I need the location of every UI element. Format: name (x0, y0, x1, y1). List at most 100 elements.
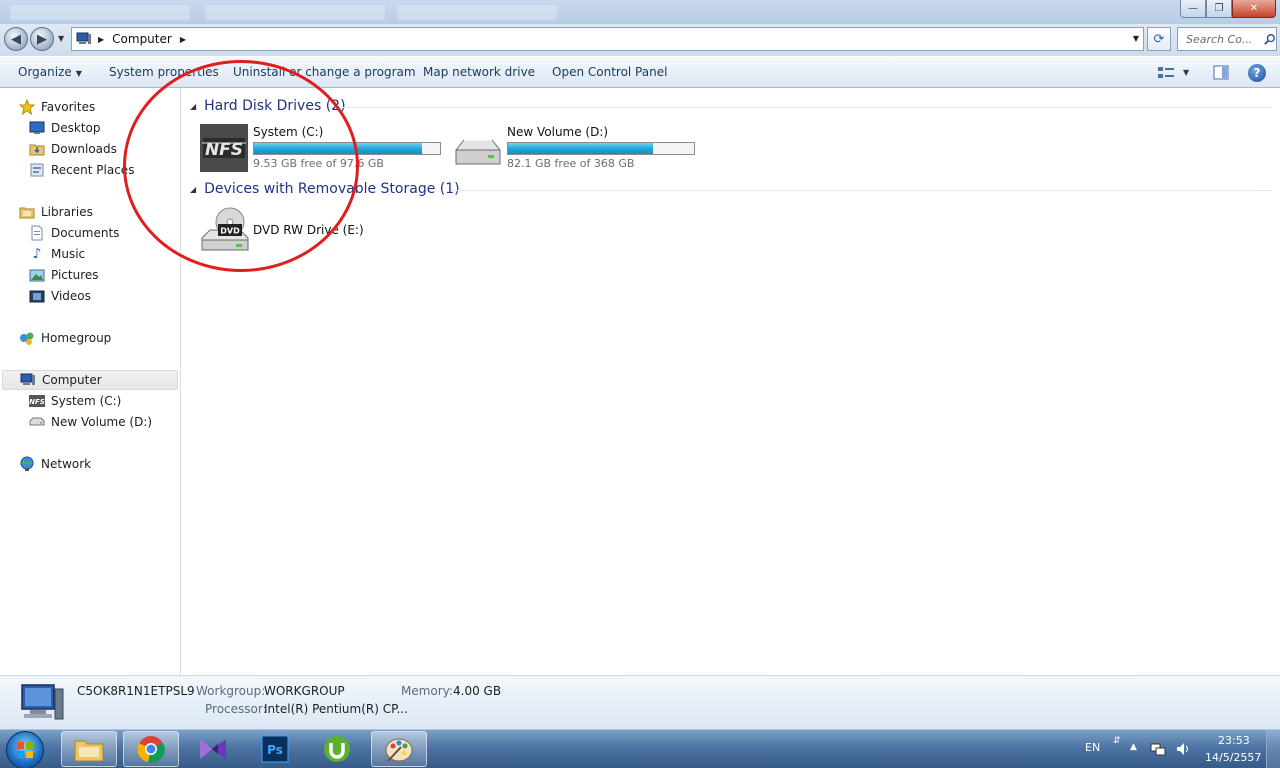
drive-usage-fill (254, 143, 422, 154)
background-tab (205, 5, 385, 20)
computer-name: C5OK8R1N1ETPSL9 (77, 684, 195, 698)
details-pane: C5OK8R1N1ETPSL9 Workgroup: WORKGROUP Mem… (0, 675, 1280, 729)
language-switch-icon[interactable]: ⇵ (1113, 736, 1121, 746)
dvd-drive-icon: DVD (201, 207, 249, 251)
window-controls: — ❐ ✕ (1180, 0, 1276, 18)
taskbar-chrome[interactable] (123, 731, 179, 767)
clock-time[interactable]: 23:53 (1218, 734, 1250, 747)
computer-icon (21, 684, 64, 720)
downloads-folder-icon (29, 141, 45, 157)
title-bar: — ❐ ✕ (0, 0, 1280, 24)
maximize-button[interactable]: ❐ (1206, 0, 1232, 18)
group-divider (452, 190, 1272, 191)
nav-label: Downloads (51, 142, 117, 156)
nav-computer[interactable]: Computer (2, 370, 178, 390)
nav-recent-places[interactable]: Recent Places (29, 160, 134, 180)
drive-item-system-c[interactable]: NFS System (C:) 9.53 GB free of 97.6 GB (200, 124, 450, 172)
background-tab (397, 5, 557, 20)
map-network-drive-button[interactable]: Map network drive (423, 65, 535, 79)
nav-label: Videos (51, 289, 91, 303)
chevron-down-icon: ▼ (75, 69, 82, 78)
address-field[interactable]: ▶ Computer ▶ ▼ (71, 27, 1144, 51)
nav-music[interactable]: ♪ Music (29, 244, 86, 264)
nav-documents[interactable]: Documents (29, 223, 119, 243)
group-header-hard-disk-drives[interactable]: ◢ Hard Disk Drives (2) (190, 98, 346, 114)
help-icon[interactable]: ? (1248, 64, 1266, 82)
breadcrumb-separator[interactable]: ▶ (98, 35, 104, 44)
drive-usage-bar (507, 142, 695, 155)
network-tray-icon[interactable] (1150, 742, 1166, 756)
taskbar-visual-studio[interactable] (185, 731, 241, 767)
hard-drive-icon (455, 139, 501, 165)
nav-videos[interactable]: Videos (29, 286, 91, 306)
svg-text:NFS: NFS (29, 398, 45, 406)
system-properties-button[interactable]: System properties (109, 65, 219, 79)
search-icon[interactable] (1264, 32, 1276, 46)
drive-item-dvd-rw[interactable]: DVD DVD RW Drive (E:) (200, 206, 400, 256)
group-header-removable-storage[interactable]: ◢ Devices with Removable Storage (1) (190, 181, 460, 197)
music-note-icon: ♪ (32, 246, 42, 262)
nfs-drive-icon: NFS (200, 124, 248, 172)
drive-usage-fill (508, 143, 653, 154)
nav-homegroup[interactable]: Homegroup (19, 328, 111, 348)
minimize-button[interactable]: — (1180, 0, 1206, 18)
recent-pages-dropdown[interactable]: ▼ (58, 34, 64, 43)
volume-icon[interactable] (1176, 742, 1192, 756)
nav-downloads[interactable]: Downloads (29, 139, 117, 159)
taskbar-utorrent[interactable] (309, 731, 365, 767)
preview-pane-icon[interactable] (1213, 65, 1229, 80)
close-button[interactable]: ✕ (1232, 0, 1276, 18)
memory-label: Memory: (401, 684, 453, 698)
nav-system-c[interactable]: NFS System (C:) (29, 391, 121, 411)
nav-network[interactable]: Network (19, 454, 91, 474)
group-header-label: Hard Disk Drives (2) (204, 98, 346, 114)
drive-name: New Volume (D:) (507, 125, 609, 139)
search-box[interactable] (1177, 27, 1277, 51)
uninstall-program-button[interactable]: Uninstall or change a program (233, 65, 416, 79)
refresh-button[interactable]: ⟳ (1147, 27, 1171, 51)
back-button[interactable]: ◀ (4, 27, 28, 51)
nav-volume-d[interactable]: New Volume (D:) (29, 412, 152, 432)
utorrent-icon (324, 736, 350, 762)
forward-button[interactable]: ▶ (30, 27, 54, 51)
nav-libraries[interactable]: Libraries (19, 202, 93, 222)
photoshop-icon: Ps (261, 735, 289, 763)
taskbar-paint[interactable] (371, 731, 427, 767)
nav-pictures[interactable]: Pictures (29, 265, 99, 285)
start-button[interactable] (6, 731, 44, 768)
clock-date[interactable]: 14/5/2557 (1205, 751, 1261, 764)
nav-favorites[interactable]: Favorites (19, 97, 95, 117)
language-indicator[interactable]: EN (1085, 741, 1100, 754)
network-icon (19, 456, 35, 472)
drive-item-new-volume-d[interactable]: New Volume (D:) 82.1 GB free of 368 GB (454, 124, 704, 172)
nav-label: Favorites (41, 100, 96, 114)
group-divider (342, 107, 1272, 108)
desktop-icon (29, 120, 45, 136)
show-hidden-icons-button[interactable]: ▲ (1130, 742, 1137, 752)
show-desktop-button[interactable] (1266, 730, 1280, 768)
nav-desktop[interactable]: Desktop (29, 118, 101, 138)
address-dropdown[interactable]: ▼ (1133, 34, 1139, 43)
computer-icon (20, 372, 36, 388)
command-bar: Organize ▼ System properties Uninstall or… (0, 56, 1280, 88)
breadcrumb-computer[interactable]: Computer (112, 32, 172, 46)
drive-usage-bar (253, 142, 441, 155)
background-tab (10, 5, 190, 20)
nfs-drive-icon: NFS (29, 393, 45, 409)
taskbar-explorer[interactable] (61, 731, 117, 767)
processor-label: Processor: (205, 702, 267, 716)
nav-label: New Volume (D:) (51, 415, 153, 429)
breadcrumb-separator[interactable]: ▶ (180, 35, 186, 44)
collapse-triangle-icon: ◢ (190, 101, 197, 111)
homegroup-icon (19, 330, 35, 346)
organize-button[interactable]: Organize ▼ (18, 65, 82, 79)
nav-label: Music (51, 247, 86, 261)
open-control-panel-button[interactable]: Open Control Panel (552, 65, 667, 79)
taskbar-photoshop[interactable]: Ps (247, 731, 303, 767)
search-input[interactable] (1186, 32, 1262, 46)
workgroup-label: Workgroup: (196, 684, 266, 698)
change-view-icon[interactable] (1157, 66, 1175, 80)
nav-label: Computer (42, 373, 102, 387)
view-options-dropdown[interactable]: ▼ (1183, 68, 1189, 77)
content-area: ◢ Hard Disk Drives (2) NFS System (C:) 9… (123, 60, 1280, 675)
